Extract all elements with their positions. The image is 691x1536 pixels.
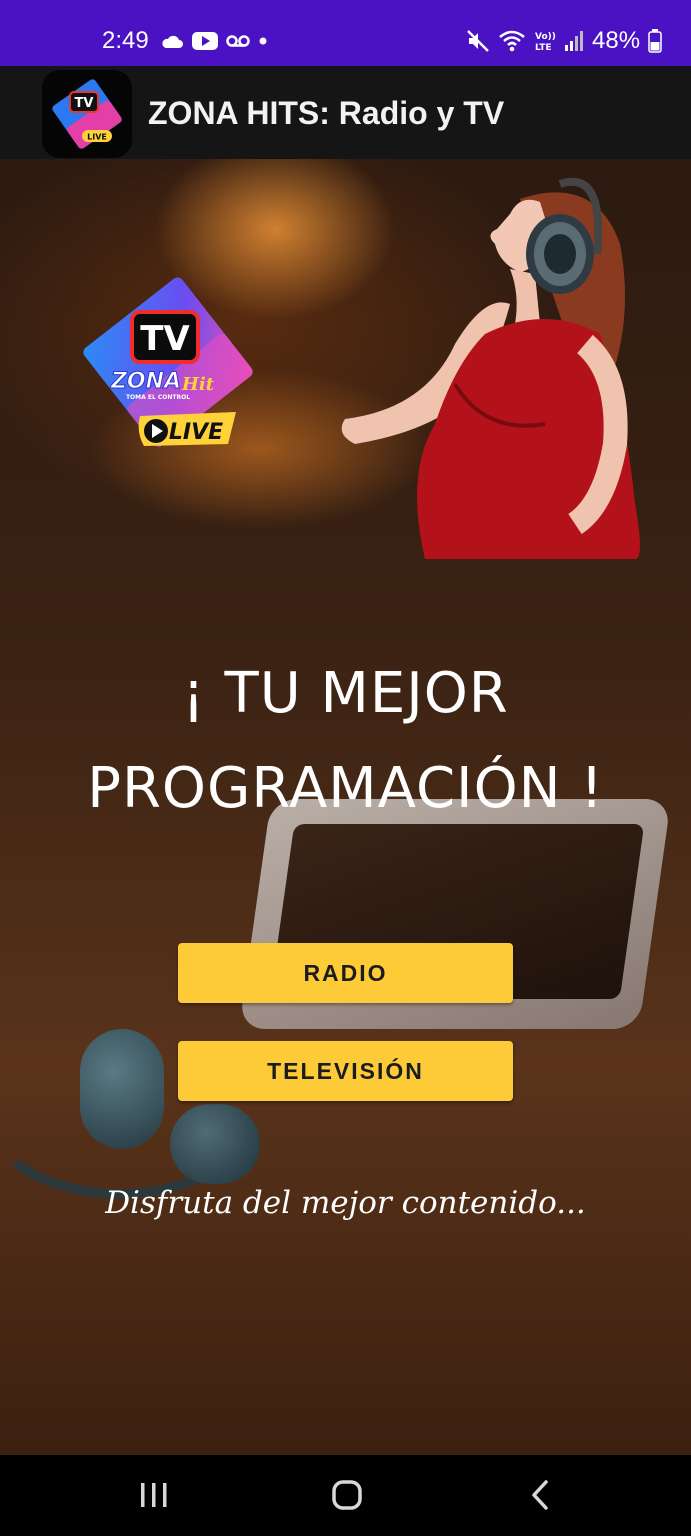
background-earbud-second [170,1104,260,1184]
status-time: 2:49 [102,27,149,54]
radio-button[interactable]: RADIO [178,943,513,1003]
logo-tv-text: TV [140,319,190,359]
back-icon[interactable] [518,1475,562,1515]
app-bar: TV LIVE ZONA HITS: Radio y TV [0,66,691,159]
youtube-icon [192,32,218,50]
logo-slogan-text: TOMA EL CONTROL [126,394,190,401]
svg-text:TV: TV [75,96,94,111]
main-content: TV ZONA Hit TOMA EL CONTROL LIVE ¡ TU ME… [0,159,691,1455]
logo-brand-text: ZONA [110,369,181,394]
wifi-icon [499,30,525,52]
battery-percent: 48% [592,27,641,54]
zona-hits-logo-icon[interactable]: TV LIVE [42,70,132,158]
navigation-bar [0,1455,691,1536]
headline-line2: PROGRAMACIÓN ! [87,756,604,821]
battery-icon [648,29,662,53]
cloud-icon [162,35,183,48]
tagline: Disfruta del mejor contenido... [105,1185,586,1221]
headline-line1: ¡ TU MEJOR [182,661,509,726]
notification-icons [160,30,268,52]
woman-with-headphones-image [341,177,640,559]
dot-icon [259,37,267,45]
svg-text:LIVE: LIVE [87,133,107,142]
system-icons: Vo)) LTE 48% [466,28,662,54]
svg-text:LTE: LTE [535,43,552,53]
recents-icon[interactable] [132,1475,176,1515]
volte-icon: Vo)) LTE [535,32,556,53]
background-earbud [80,1029,164,1149]
television-button[interactable]: TELEVISIÓN [178,1041,513,1101]
home-icon[interactable] [325,1475,369,1515]
logo-hit-text: Hit [181,374,215,395]
voicemail-icon [226,35,250,47]
status-bar: 2:49 Vo)) LTE 48% [0,0,691,66]
logo-live-text: LIVE [169,420,223,445]
zona-hits-brand-logo: TV ZONA Hit TOMA EL CONTROL LIVE [83,277,253,447]
svg-text:Vo)): Vo)) [535,32,556,42]
app-title: ZONA HITS: Radio y TV [148,95,505,131]
mute-icon [467,30,489,52]
signal-icon [565,31,583,51]
